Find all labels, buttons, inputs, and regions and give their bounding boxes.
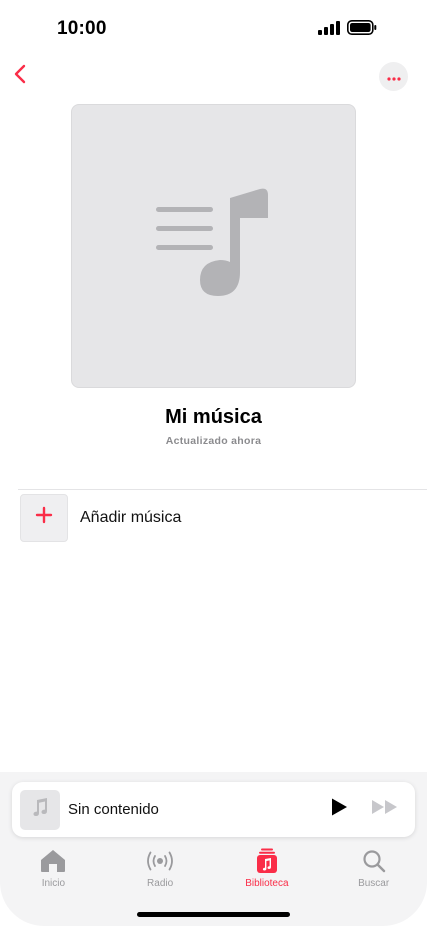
ellipsis-icon <box>386 68 401 86</box>
home-icon <box>40 846 66 876</box>
cellular-signal-icon <box>318 20 340 40</box>
status-icons <box>318 20 377 40</box>
mini-player[interactable]: Sin contenido <box>12 782 415 837</box>
library-icon <box>256 846 278 876</box>
status-bar: 10:00 <box>0 0 427 56</box>
home-indicator <box>137 912 290 917</box>
battery-icon <box>347 20 377 40</box>
tab-label-biblioteca: Biblioteca <box>245 878 289 889</box>
add-music-button[interactable]: Añadir música <box>20 493 427 542</box>
status-time: 10:00 <box>57 18 107 39</box>
search-icon <box>362 846 386 876</box>
music-list-icon <box>155 188 272 305</box>
more-options-button[interactable] <box>379 62 408 91</box>
divider <box>18 489 427 490</box>
play-button[interactable] <box>325 796 353 824</box>
playlist-subtitle: Actualizado ahora <box>165 435 262 447</box>
tab-label-radio: Radio <box>147 878 174 889</box>
tab-buscar[interactable]: Buscar <box>320 846 427 896</box>
tab-radio[interactable]: Radio <box>107 846 214 896</box>
chevron-left-icon <box>13 64 27 89</box>
radio-icon <box>144 846 176 876</box>
tab-label-buscar: Buscar <box>358 878 390 889</box>
mini-player-title: Sin contenido <box>68 801 159 818</box>
playlist-title: Mi música <box>165 406 262 428</box>
tab-label-inicio: Inicio <box>41 878 66 889</box>
fast-forward-button[interactable] <box>369 796 401 824</box>
fast-forward-icon <box>371 799 399 820</box>
music-note-icon <box>31 797 49 822</box>
back-button[interactable] <box>8 62 32 90</box>
tab-biblioteca[interactable]: Biblioteca <box>214 846 321 896</box>
add-music-tile <box>20 493 68 542</box>
tab-inicio[interactable]: Inicio <box>0 846 107 896</box>
mini-player-artwork <box>20 789 60 830</box>
play-icon <box>330 797 348 822</box>
tab-bar: Inicio Radio Biblioteca Buscar <box>0 846 427 896</box>
plus-icon <box>35 506 53 529</box>
add-music-label: Añadir música <box>80 508 182 526</box>
playlist-artwork <box>71 104 356 388</box>
